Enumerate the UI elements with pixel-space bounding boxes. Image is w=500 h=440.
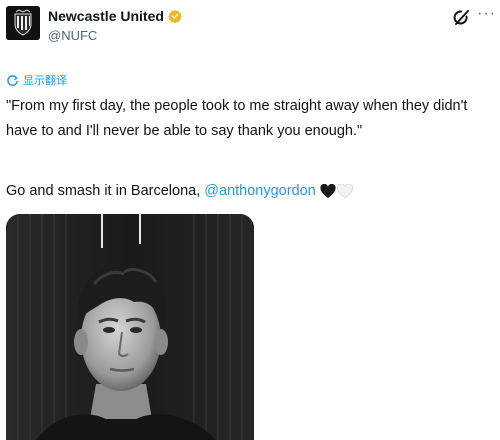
more-options-icon[interactable]: ···	[477, 6, 497, 26]
show-translation-button[interactable]: 显示翻译	[6, 72, 67, 88]
tweet-body: "From my first day, the people took to m…	[6, 94, 492, 144]
grok-icon[interactable]	[452, 8, 472, 28]
handle[interactable]: @NUFC	[48, 28, 97, 43]
black-heart-icon	[320, 183, 336, 199]
mention-link[interactable]: @anthonygordon	[204, 181, 315, 201]
tweet-paragraph-2: Go and smash it in Barcelona, @anthonygo…	[6, 181, 353, 201]
tweet-paragraph-2-text: Go and smash it in Barcelona,	[6, 183, 205, 199]
verified-badge-icon	[168, 9, 182, 23]
newcastle-crest-icon	[6, 6, 40, 40]
tweet-paragraph-quote: "From my first day, the people took to m…	[6, 98, 468, 139]
white-heart-icon	[336, 183, 353, 199]
avatar[interactable]	[6, 6, 40, 40]
portrait-image	[6, 214, 254, 440]
tweet-photo[interactable]	[6, 214, 254, 440]
author-name-row[interactable]: Newcastle United	[48, 7, 182, 25]
display-name[interactable]: Newcastle United	[48, 8, 164, 24]
show-translation-label: 显示翻译	[23, 75, 67, 87]
translate-icon	[7, 74, 18, 86]
